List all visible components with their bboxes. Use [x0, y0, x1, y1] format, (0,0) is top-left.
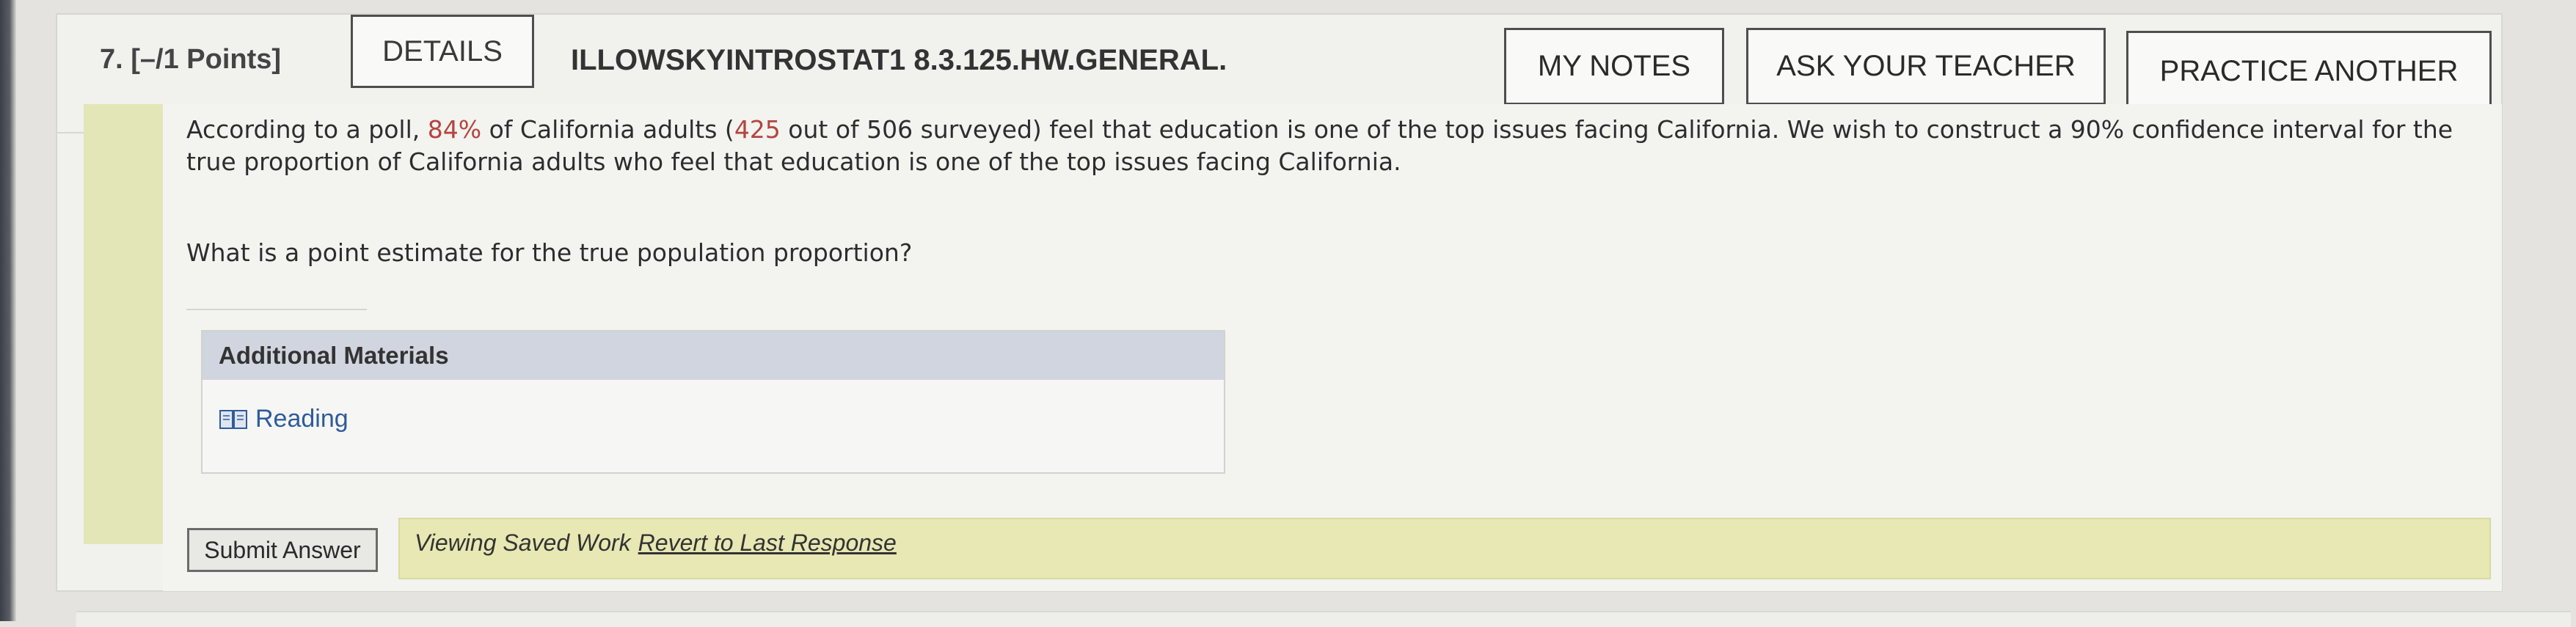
practice-another-button[interactable]: PRACTICE ANOTHER [2126, 31, 2492, 111]
problem-text-part: of California adults ( [481, 115, 734, 144]
status-strip [84, 104, 163, 544]
question-number: 7. [–/1 Points] [100, 44, 282, 75]
question-prompt: What is a point estimate for the true po… [186, 238, 913, 267]
answer-input[interactable] [186, 275, 367, 310]
my-notes-button[interactable]: MY NOTES [1504, 28, 1724, 105]
additional-materials-title: Additional Materials [202, 331, 1224, 380]
book-icon [219, 409, 247, 429]
revert-link[interactable]: Revert to Last Response [638, 529, 897, 557]
next-question-card [76, 611, 2571, 627]
reading-link-row[interactable]: Reading [219, 405, 349, 433]
problem-text-part: According to a poll, [186, 115, 428, 144]
submit-answer-button[interactable]: Submit Answer [187, 528, 378, 572]
count-value: 425 [734, 115, 781, 144]
problem-text: According to a poll, 84% of California a… [186, 114, 2461, 178]
viewing-saved-text: Viewing Saved Work [415, 529, 631, 556]
question-card: 7. [–/1 Points] DETAILS ILLOWSKYINTROSTA… [56, 13, 2503, 592]
saved-work-banner: Viewing Saved Work Revert to Last Respon… [398, 518, 2491, 579]
additional-materials-panel: Additional Materials Reading [201, 330, 1225, 474]
question-code: ILLOWSKYINTROSTAT1 8.3.125.HW.GENERAL. [571, 44, 1227, 76]
details-button[interactable]: DETAILS [351, 15, 534, 88]
ask-your-teacher-button[interactable]: ASK YOUR TEACHER [1746, 28, 2106, 105]
reading-link[interactable]: Reading [255, 405, 349, 433]
percent-value: 84% [427, 115, 482, 144]
background-edge [0, 0, 16, 621]
